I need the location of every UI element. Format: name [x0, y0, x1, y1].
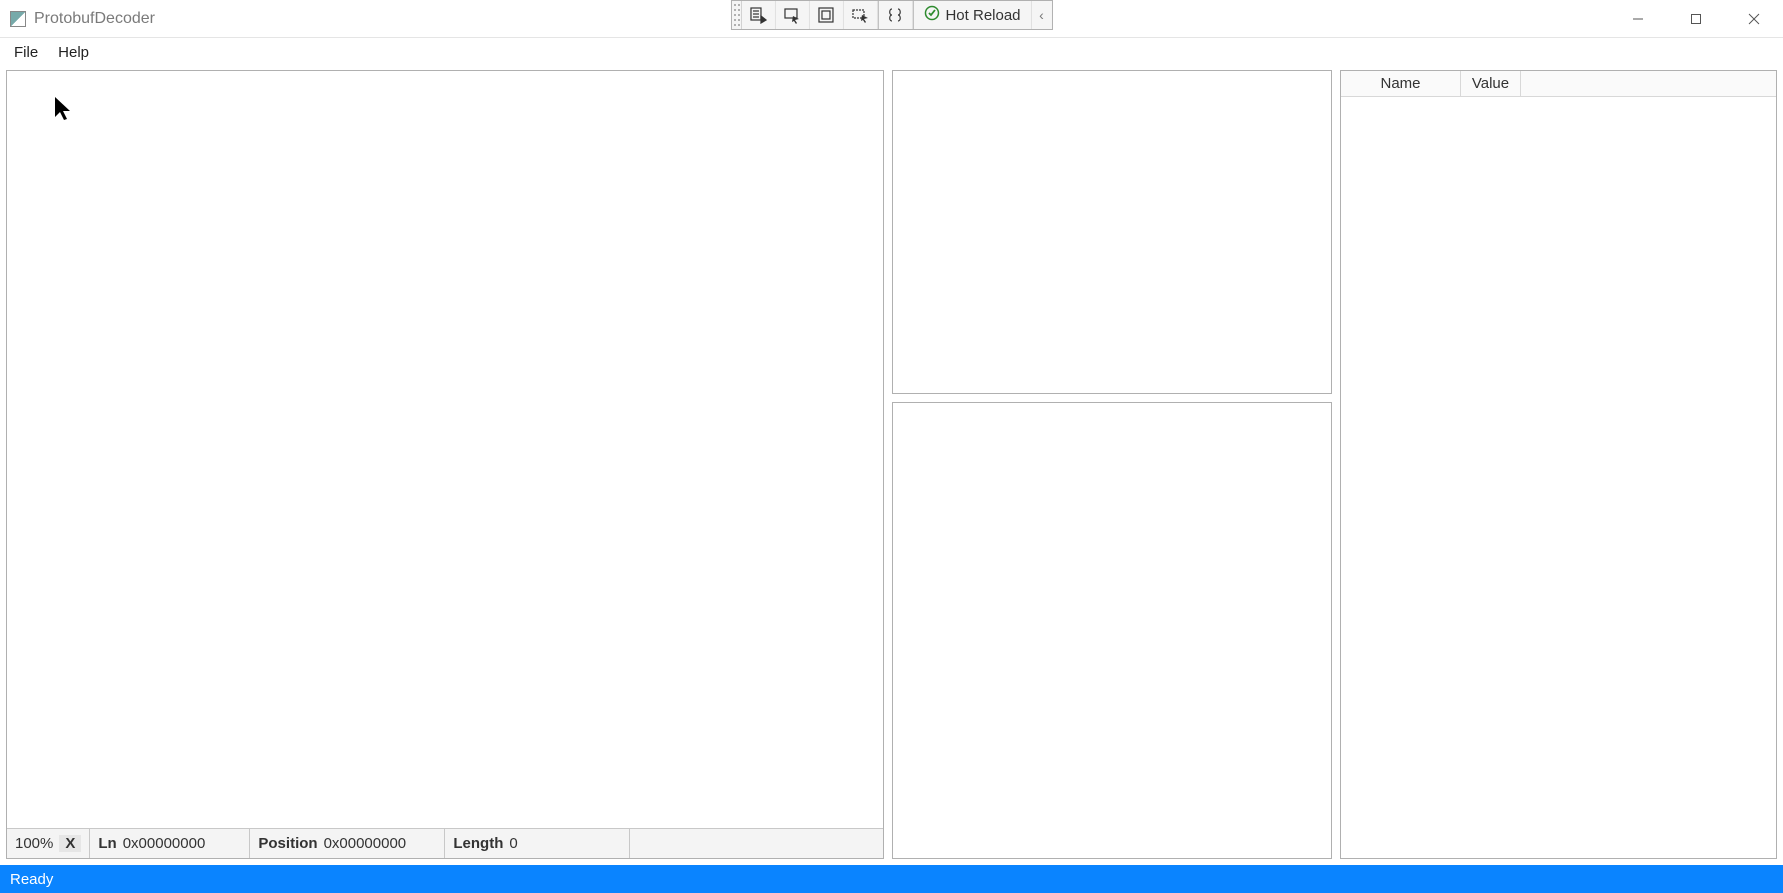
line-cell: Ln 0x00000000 — [90, 829, 250, 858]
detail-view-pane[interactable] — [892, 402, 1332, 859]
select-element-icon[interactable] — [775, 1, 809, 29]
debug-toolbar[interactable]: Hot Reload ‹ — [730, 0, 1052, 30]
cursor-icon — [53, 95, 73, 123]
chevron-left-icon: ‹ — [1039, 7, 1044, 23]
xaml-binding-failures-icon[interactable] — [878, 1, 912, 29]
hot-reload-label: Hot Reload — [945, 7, 1020, 24]
hot-reload-button[interactable]: Hot Reload — [913, 1, 1031, 29]
zoom-reset-button[interactable]: X — [59, 835, 81, 852]
workspace: 100% X Ln 0x00000000 Position 0x00000000… — [0, 66, 1783, 863]
hex-view-footer: 100% X Ln 0x00000000 Position 0x00000000… — [7, 828, 883, 858]
length-value: 0 — [509, 835, 517, 852]
live-visual-tree-icon[interactable] — [741, 1, 775, 29]
column-header-name[interactable]: Name — [1341, 71, 1461, 96]
middle-column — [892, 70, 1332, 859]
tree-view-pane[interactable] — [892, 70, 1332, 394]
line-value: 0x00000000 — [123, 835, 206, 852]
display-layout-adorners-icon[interactable] — [809, 1, 843, 29]
position-value: 0x00000000 — [324, 835, 407, 852]
minimize-button[interactable] — [1609, 0, 1667, 38]
position-cell: Position 0x00000000 — [250, 829, 445, 858]
property-grid-body[interactable] — [1341, 97, 1776, 858]
property-grid-header: Name Value — [1341, 71, 1776, 97]
toolbar-grip[interactable] — [731, 1, 741, 29]
zoom-cell[interactable]: 100% X — [7, 829, 90, 858]
statusbar: Ready — [0, 865, 1783, 893]
check-circle-icon — [923, 5, 939, 25]
line-label: Ln — [98, 835, 116, 852]
hex-view-area[interactable] — [7, 71, 883, 828]
footer-spacer — [630, 829, 883, 858]
column-header-value[interactable]: Value — [1461, 71, 1521, 96]
app-icon — [10, 11, 26, 27]
hex-view-pane: 100% X Ln 0x00000000 Position 0x00000000… — [6, 70, 884, 859]
position-label: Position — [258, 835, 317, 852]
zoom-value: 100% — [15, 835, 53, 852]
status-text: Ready — [10, 871, 53, 888]
menu-file[interactable]: File — [4, 41, 48, 64]
maximize-button[interactable] — [1667, 0, 1725, 38]
menubar: File Help — [0, 38, 1783, 66]
toolbar-collapse-button[interactable]: ‹ — [1032, 1, 1052, 29]
window-controls — [1609, 0, 1783, 38]
track-focused-element-icon[interactable] — [843, 1, 877, 29]
app-title: ProtobufDecoder — [34, 10, 155, 28]
close-button[interactable] — [1725, 0, 1783, 38]
menu-help[interactable]: Help — [48, 41, 99, 64]
length-cell: Length 0 — [445, 829, 630, 858]
length-label: Length — [453, 835, 503, 852]
property-grid-pane: Name Value — [1340, 70, 1777, 859]
